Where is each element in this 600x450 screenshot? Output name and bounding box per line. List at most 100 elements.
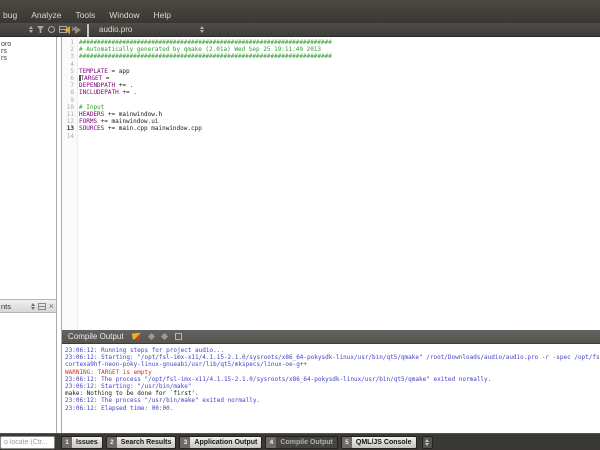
code-line: ########################################… bbox=[79, 53, 600, 60]
pane-button-number: 1 bbox=[62, 437, 72, 448]
tree-item[interactable]: rs bbox=[1, 55, 7, 62]
code-line: ########################################… bbox=[79, 39, 600, 46]
cancel-build-icon[interactable] bbox=[132, 333, 141, 341]
pane-button-label: Search Results bbox=[117, 437, 176, 448]
compile-output-title: Compile Output bbox=[68, 332, 124, 341]
code-line: HEADERS += mainwindow.h bbox=[79, 111, 600, 118]
output-line: 23:06:12: The process "/opt/fsl-imx-x11/… bbox=[65, 376, 600, 383]
next-item-icon[interactable] bbox=[161, 333, 168, 340]
pane-combo-icon[interactable] bbox=[31, 303, 35, 310]
sync-with-editor-icon[interactable] bbox=[48, 26, 55, 33]
pane-button-label: Compile Output bbox=[276, 437, 337, 448]
open-documents-header[interactable]: nts × bbox=[0, 299, 56, 313]
code-segment: += mainwindow.ui bbox=[97, 118, 158, 125]
code-line: DEPENDPATH += . bbox=[79, 82, 600, 89]
menu-item-analyze[interactable]: Analyze bbox=[24, 10, 68, 20]
open-file-name[interactable]: audio.pro bbox=[99, 25, 132, 34]
go-back-icon[interactable] bbox=[64, 26, 70, 34]
maximize-pane-icon[interactable] bbox=[175, 333, 182, 340]
compile-output-header: Compile Output bbox=[62, 330, 600, 344]
menu-item-tools[interactable]: Tools bbox=[68, 10, 102, 20]
output-pane-buttons: 1Issues2Search Results3Application Outpu… bbox=[61, 436, 433, 449]
line-number: 7 bbox=[62, 82, 77, 89]
code-line bbox=[79, 61, 600, 68]
pane-button-label: Application Output bbox=[190, 437, 261, 448]
line-number: 9 bbox=[62, 97, 77, 104]
open-documents-title: nts bbox=[0, 302, 31, 311]
open-documents-header-icons: × bbox=[31, 303, 56, 310]
line-number: 10 bbox=[62, 104, 77, 111]
code-segment: SOURCES bbox=[79, 125, 104, 132]
code-segment: += . bbox=[119, 89, 137, 96]
compile-output-body[interactable]: 23:06:12: Running steps for project audi… bbox=[62, 344, 600, 433]
close-icon[interactable]: × bbox=[49, 303, 54, 310]
code-line: SOURCES += main.cpp mainwindow.cpp bbox=[79, 125, 600, 132]
line-number: 8 bbox=[62, 89, 77, 96]
code-segment: ########################################… bbox=[79, 39, 332, 46]
menu-item-window[interactable]: Window bbox=[102, 10, 146, 20]
go-forward-icon[interactable] bbox=[75, 26, 81, 34]
code-line: FORMS += mainwindow.ui bbox=[79, 118, 600, 125]
code-line: TARGET = bbox=[79, 75, 600, 82]
pane-button-issues[interactable]: 1Issues bbox=[61, 436, 103, 449]
code-segment: ########################################… bbox=[79, 53, 332, 60]
chevron-up-icon bbox=[425, 439, 429, 442]
code-segment: TEMPLATE bbox=[79, 68, 108, 75]
line-number: 13 bbox=[62, 125, 77, 132]
line-number: 5 bbox=[62, 68, 77, 75]
output-line: 23:06:12: Starting: "/opt/fsl-imx-x11/4.… bbox=[65, 354, 600, 361]
file-dropdown-icon[interactable] bbox=[200, 26, 204, 33]
pane-button-compile-output[interactable]: 4Compile Output bbox=[265, 436, 338, 449]
line-number: 11 bbox=[62, 111, 77, 118]
bottom-bar: 1Issues2Search Results3Application Outpu… bbox=[0, 433, 600, 450]
code-segment: HEADERS bbox=[79, 111, 104, 118]
compile-output-pane: Compile Output 23:06:12: Running steps f… bbox=[61, 330, 600, 433]
pane-button-label: Issues bbox=[72, 437, 102, 448]
code-line bbox=[79, 97, 600, 104]
line-number: 1 bbox=[62, 39, 77, 46]
code-line bbox=[79, 133, 600, 140]
previous-item-icon[interactable] bbox=[148, 333, 155, 340]
code-segment: DEPENDPATH bbox=[79, 82, 115, 89]
line-number: 2 bbox=[62, 46, 77, 53]
code-segment: # Input bbox=[79, 104, 104, 111]
code-line: INCLUDEPATH += . bbox=[79, 89, 600, 96]
chevron-down-icon bbox=[425, 443, 429, 446]
output-line: WARNING: TARGET is empty bbox=[65, 369, 600, 376]
pane-button-label: QML/JS Console bbox=[352, 437, 416, 448]
output-line: 23:06:12: Starting: "/usr/bin/make" bbox=[65, 383, 600, 390]
pane-button-application-output[interactable]: 3Application Output bbox=[179, 436, 262, 449]
output-line: 23:06:12: The process "/usr/bin/make" ex… bbox=[65, 397, 600, 404]
output-line: cortexa9hf-neon-poky-linux-gnueabi/usr/l… bbox=[65, 361, 600, 368]
output-panes-toggle[interactable] bbox=[422, 436, 433, 449]
locator-input[interactable] bbox=[0, 436, 55, 449]
code-segment: += mainwindow.h bbox=[104, 111, 162, 118]
sidebar-combo-icon[interactable] bbox=[29, 26, 33, 33]
code-line: TEMPLATE = app bbox=[79, 68, 600, 75]
line-number: 6 bbox=[62, 75, 77, 82]
split-icon[interactable] bbox=[38, 303, 46, 310]
qt-creator-window: bugAnalyzeToolsWindowHelp × audio.pro or… bbox=[0, 0, 600, 450]
sidebar: ororsrs nts × bbox=[0, 37, 57, 433]
pane-button-number: 4 bbox=[266, 437, 276, 448]
tree-item[interactable]: oro bbox=[1, 41, 11, 48]
pane-button-qml-js-console[interactable]: 5QML/JS Console bbox=[341, 436, 417, 449]
tree-item[interactable]: rs bbox=[1, 48, 7, 55]
line-number: 4 bbox=[62, 61, 77, 68]
code-line: # Input bbox=[79, 104, 600, 111]
code-segment: FORMS bbox=[79, 118, 97, 125]
menu-item-bug[interactable]: bug bbox=[2, 10, 24, 20]
code-segment: TARGET bbox=[81, 75, 103, 82]
code-area[interactable]: ########################################… bbox=[79, 39, 600, 330]
pane-button-number: 5 bbox=[342, 437, 352, 448]
line-number: 3 bbox=[62, 53, 77, 60]
code-segment: += main.cpp mainwindow.cpp bbox=[104, 125, 202, 132]
code-editor[interactable]: 1234567891011121314 ####################… bbox=[61, 37, 600, 330]
menu-bar: bugAnalyzeToolsWindowHelp bbox=[0, 0, 600, 23]
menu-item-help[interactable]: Help bbox=[147, 10, 178, 20]
pane-button-search-results[interactable]: 2Search Results bbox=[106, 436, 177, 449]
pane-button-number: 3 bbox=[180, 437, 190, 448]
line-number: 14 bbox=[62, 133, 77, 140]
editor-toolbar: × audio.pro bbox=[0, 23, 600, 37]
filter-icon[interactable] bbox=[37, 26, 44, 33]
